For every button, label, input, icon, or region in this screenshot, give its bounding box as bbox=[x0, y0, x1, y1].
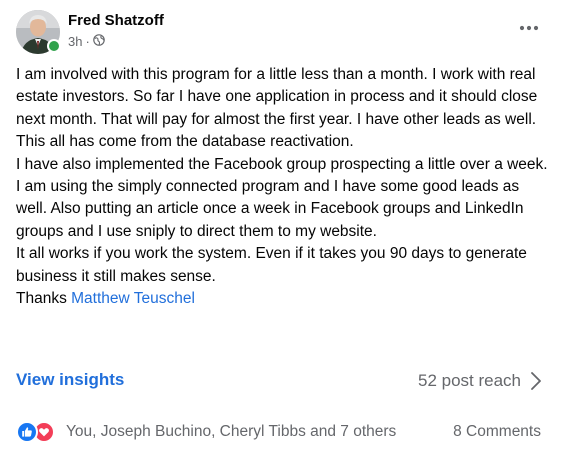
post-header: Fred Shatzoff 3h · bbox=[16, 10, 547, 54]
post-paragraph: It all works if you work the system. Eve… bbox=[16, 245, 527, 285]
thanks-line: Thanks Matthew Teuschel bbox=[16, 288, 548, 310]
post-card: Fred Shatzoff 3h · I am involved with th… bbox=[0, 0, 563, 452]
post-text: I am involved with this program for a li… bbox=[16, 64, 548, 310]
thanks-text: Thanks bbox=[16, 290, 72, 308]
view-insights-link[interactable]: View insights bbox=[16, 370, 124, 390]
more-options-button[interactable] bbox=[515, 14, 543, 42]
insights-row: View insights 52 post reach bbox=[16, 368, 547, 396]
post-paragraph: I have also implemented the Facebook gro… bbox=[16, 155, 548, 240]
post-paragraph: I am involved with this program for a li… bbox=[16, 66, 538, 151]
post-meta: 3h · bbox=[68, 34, 105, 49]
globe-icon bbox=[93, 34, 105, 49]
reaction-icons[interactable] bbox=[16, 421, 60, 443]
more-options-icon bbox=[519, 25, 539, 31]
like-icon bbox=[16, 421, 38, 443]
online-status-dot bbox=[47, 39, 61, 53]
post-reach[interactable]: 52 post reach bbox=[418, 371, 521, 391]
reacted-names[interactable]: You, Joseph Buchino, Cheryl Tibbs and 7 … bbox=[66, 423, 396, 441]
author-name[interactable]: Fred Shatzoff bbox=[68, 12, 164, 29]
mention-link[interactable]: Matthew Teuschel bbox=[71, 290, 195, 307]
meta-separator: · bbox=[85, 34, 90, 49]
chevron-right-icon[interactable] bbox=[529, 370, 543, 392]
comments-count[interactable]: 8 Comments bbox=[453, 423, 541, 441]
author-avatar[interactable] bbox=[16, 10, 61, 54]
post-time[interactable]: 3h bbox=[68, 34, 82, 49]
reactions-row: You, Joseph Buchino, Cheryl Tibbs and 7 … bbox=[16, 420, 547, 444]
